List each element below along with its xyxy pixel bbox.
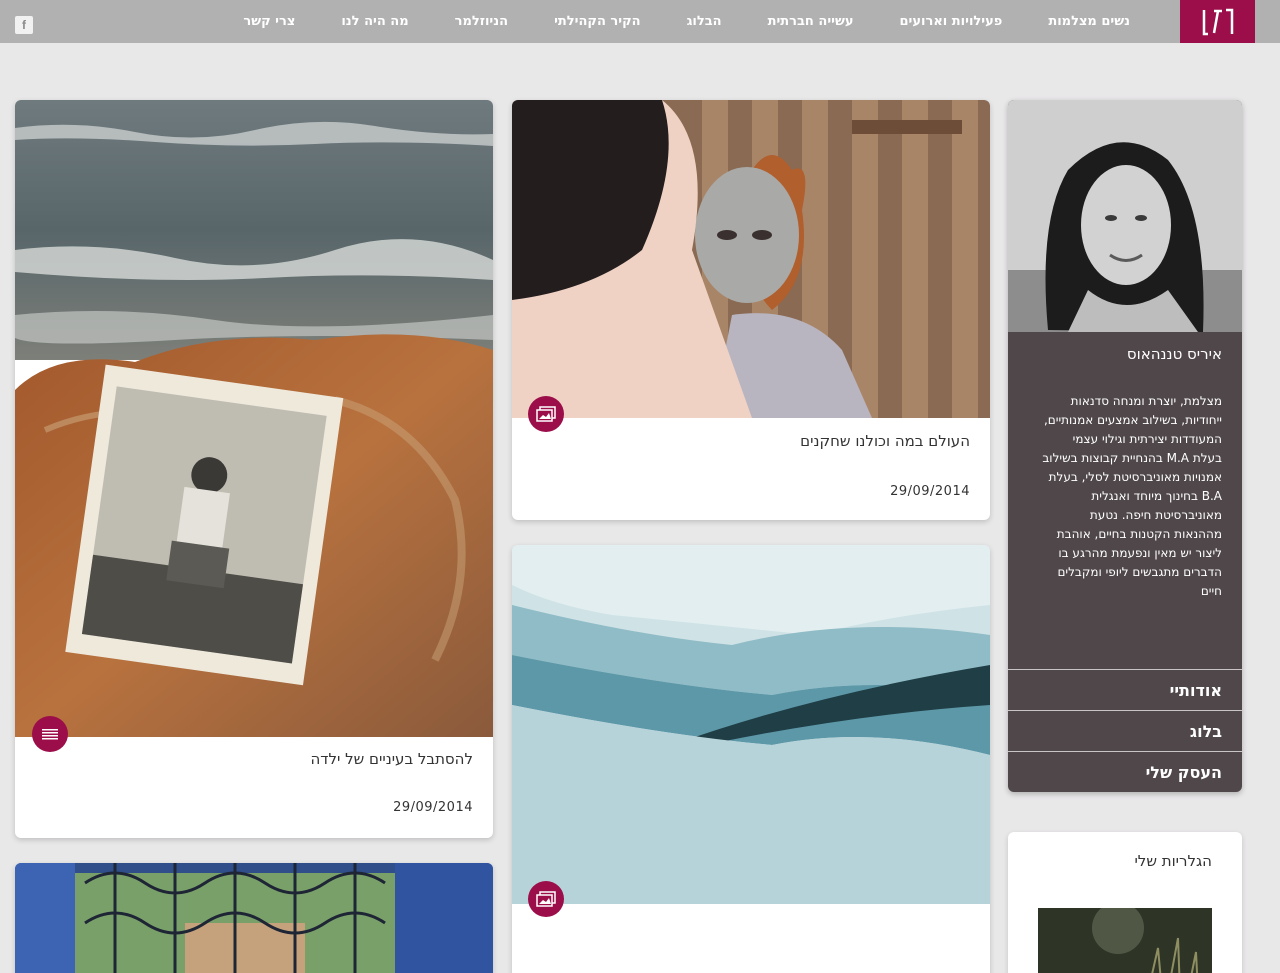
nav-item-contact[interactable]: צרי קשר [243,14,295,29]
site-logo[interactable] [1180,0,1255,43]
nav-item-social-action[interactable]: עשייה חברתית [768,14,854,29]
author-bio: מצלמת, יוצרת ומנחה סדנאות ייחודיות, בשיל… [1042,394,1222,598]
author-profile-card: איריס טננהאוס מצלמת, יוצרת ומנחה סדנאות … [1008,100,1242,792]
galleries-widget: הגלריות שלי [1008,832,1242,973]
post-image[interactable] [512,100,990,418]
profile-link-about[interactable]: אודותיי [1008,669,1242,710]
main-nav: נשים מצלמות פעילויות וארועים עשייה חברתי… [197,0,1130,43]
post-date: 29/09/2014 [393,800,473,815]
post-format-badge[interactable] [528,881,564,917]
post-card-ice[interactable] [512,545,990,973]
post-card-child-photo[interactable]: להסתבל בעיניים של ילדה 29/09/2014 [15,100,493,838]
nav-item-blog[interactable]: הבלוג [687,14,722,29]
post-card-blue-gate[interactable] [15,863,493,973]
author-photo [1008,100,1242,332]
profile-link-blog[interactable]: בלוג [1008,710,1242,751]
nav-item-activities-events[interactable]: פעילויות וארועים [900,14,1003,29]
nav-item-community-wall[interactable]: הקיר הקהילתי [554,14,641,29]
nav-item-newsletter[interactable]: הניוזלמר [455,14,508,29]
facebook-icon[interactable]: f [15,16,33,34]
gallery-thumbnail[interactable] [1038,908,1212,973]
nav-item-women-photographers[interactable]: נשים מצלמות [1048,14,1130,29]
menu-lines-icon [42,729,58,740]
gallery-icon [536,891,556,907]
post-date: 29/09/2014 [890,484,970,499]
post-title[interactable]: להסתבל בעיניים של ילדה [310,750,473,768]
post-format-badge[interactable] [528,396,564,432]
post-image[interactable] [15,863,493,973]
post-image[interactable] [512,545,990,904]
post-format-badge[interactable] [32,716,68,752]
post-card-theater[interactable]: העולם במה וכולנו שחקנים 29/09/2014 [512,100,990,520]
nav-item-past-events[interactable]: מה היה לנו [341,14,408,29]
author-name: איריס טננהאוס [1126,345,1222,363]
post-image[interactable] [15,100,493,737]
profile-link-business[interactable]: העסק שלי [1008,751,1242,792]
post-title[interactable]: העולם במה וכולנו שחקנים [800,432,970,450]
top-navigation-bar: f נשים מצלמות פעילויות וארועים עשייה חבר… [0,0,1280,43]
logo-mark [1202,8,1233,35]
gallery-icon [536,406,556,422]
galleries-title: הגלריות שלי [1134,852,1212,870]
